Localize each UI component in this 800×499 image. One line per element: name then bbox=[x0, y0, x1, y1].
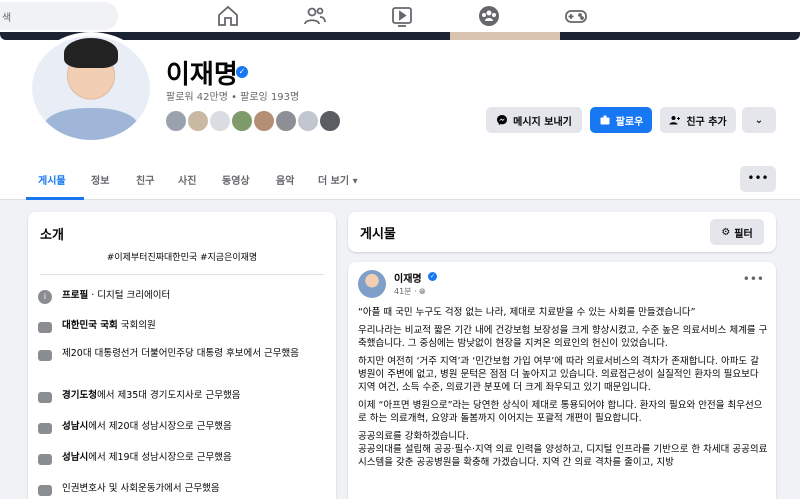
intro-item-text: 에서 제19대 성남시장으로 근무했음 bbox=[88, 452, 232, 463]
gaming-icon[interactable] bbox=[564, 4, 588, 28]
intro-item-bold: 프로필 bbox=[62, 290, 89, 301]
tab-videos[interactable]: 동영상 bbox=[222, 172, 250, 187]
sliders-icon: ⚙ bbox=[721, 226, 731, 238]
tab-friends[interactable]: 친구 bbox=[136, 172, 154, 187]
intro-item-profile: i 프로필 · 디지털 크리에이터 bbox=[38, 289, 328, 304]
post-options-icon[interactable]: ••• bbox=[743, 272, 764, 286]
profile-more-menu-button[interactable]: ••• bbox=[740, 166, 776, 192]
briefcase-icon bbox=[38, 423, 52, 434]
briefcase-icon bbox=[38, 350, 52, 361]
ellipsis-icon: ••• bbox=[747, 171, 769, 185]
intro-item-text: 인권변호사 및 사회운동가에서 근무했음 bbox=[62, 483, 220, 494]
intro-item-bold[interactable]: 경기도청 bbox=[62, 390, 97, 401]
verified-badge-icon: ✓ bbox=[428, 272, 437, 281]
profile-avatar[interactable] bbox=[28, 32, 154, 144]
intro-item-work: 제20대 대통령선거 더불어민주당 대통령 후보에서 근무했음 bbox=[38, 347, 328, 361]
intro-item-work: 대한민국 국회 국회의원 bbox=[38, 319, 328, 333]
top-navigation-bar: 색 bbox=[0, 0, 800, 32]
tab-about[interactable]: 정보 bbox=[91, 172, 109, 187]
post-body: “아플 때 국민 누구도 걱정 없는 나라, 제대로 치료받을 수 있는 사회를… bbox=[358, 306, 768, 474]
tab-photos[interactable]: 사진 bbox=[178, 172, 196, 187]
post-time-text: 41분 · bbox=[394, 287, 420, 296]
verified-badge-icon: ✓ bbox=[236, 66, 248, 78]
post-paragraph: 이제 “아프면 병원으로”라는 당연한 상식이 제대로 통용되어야 합니다. 환… bbox=[358, 400, 763, 424]
profile-tabs: 게시물 정보 친구 사진 동영상 음악 더 보기 ▾ bbox=[0, 168, 720, 198]
send-message-label: 메시지 보내기 bbox=[513, 116, 572, 128]
intro-item-work: 성남시에서 제19대 성남시장으로 근무했음 bbox=[38, 451, 328, 465]
post-paragraph: 하지만 여전히 ‘거주 지역’과 ‘민간보험 가입 여부’에 따라 의료서비스의… bbox=[358, 356, 759, 393]
briefcase-icon bbox=[38, 392, 52, 403]
post-paragraph: “아플 때 국민 누구도 걱정 없는 나라, 제대로 치료받을 수 있는 사회를… bbox=[358, 307, 696, 318]
video-icon[interactable] bbox=[390, 4, 414, 28]
intro-item-bold[interactable]: 성남시 bbox=[62, 452, 88, 463]
profile-name: 이재명 bbox=[166, 60, 238, 90]
post-paragraph: 우리나라는 비교적 짧은 기간 내에 건강보험 보장성을 크게 향상시켰고, 수… bbox=[358, 325, 768, 349]
chevron-down-icon: ⌄ bbox=[754, 114, 764, 126]
post-card: 이재명 ✓ 41분 · 🌐︎ ••• “아플 때 국민 누구도 걱정 없는 나라… bbox=[348, 262, 776, 499]
filter-button[interactable]: ⚙ 필터 bbox=[710, 219, 764, 245]
search-input[interactable]: 색 bbox=[0, 2, 118, 30]
post-author-avatar[interactable] bbox=[358, 270, 386, 298]
add-friend-label: 친구 추가 bbox=[686, 116, 727, 128]
intro-item-work: 경기도청에서 제35대 경기도지사로 근무했음 bbox=[38, 389, 328, 403]
intro-hashtags[interactable]: #이제부터진짜대한민국 #지금은이재명 bbox=[28, 250, 336, 263]
post-paragraph: 공공의료를 강화하겠습니다. 공공의대를 설립해 공공·필수·지역 의료 인력을… bbox=[358, 431, 768, 468]
intro-item-text: 국회의원 bbox=[117, 320, 156, 331]
intro-item-work: 성남시에서 제20대 성남시장으로 근무했음 bbox=[38, 420, 328, 434]
friends-icon[interactable] bbox=[303, 4, 327, 28]
post-author-name[interactable]: 이재명 bbox=[394, 270, 422, 285]
intro-item-bold[interactable]: 성남시 bbox=[62, 421, 88, 432]
briefcase-icon bbox=[38, 485, 52, 496]
send-message-button[interactable]: 메시지 보내기 bbox=[486, 107, 582, 133]
intro-item-work: 인권변호사 및 사회운동가에서 근무했음 bbox=[38, 482, 328, 496]
intro-item-text: 에서 제35대 경기도지사로 근무했음 bbox=[96, 390, 241, 401]
messenger-icon bbox=[497, 115, 508, 125]
tab-more[interactable]: 더 보기 ▾ bbox=[318, 172, 358, 187]
intro-item-text: 에서 제20대 성남시장으로 근무했음 bbox=[88, 421, 232, 432]
intro-item-text: 제20대 대통령선거 더불어민주당 대통령 후보에서 근무했음 bbox=[62, 348, 299, 359]
tab-posts[interactable]: 게시물 bbox=[38, 172, 66, 187]
intro-title: 소개 bbox=[40, 228, 64, 243]
filter-label: 필터 bbox=[734, 228, 753, 240]
briefcase-icon bbox=[38, 454, 52, 465]
intro-divider bbox=[40, 274, 324, 275]
follow-label: 팔로우 bbox=[615, 116, 644, 128]
info-icon: i bbox=[38, 290, 52, 304]
add-friend-icon bbox=[669, 116, 681, 125]
briefcase-icon bbox=[38, 322, 52, 333]
post-timestamp[interactable]: 41분 · 🌐︎ bbox=[394, 286, 426, 297]
posts-header-card: 게시물 ⚙ 필터 bbox=[348, 212, 776, 252]
intro-item-text: · 디지털 크리에이터 bbox=[88, 290, 171, 301]
home-icon[interactable] bbox=[216, 4, 240, 28]
follow-icon bbox=[600, 115, 610, 125]
intro-item-bold[interactable]: 대한민국 국회 bbox=[62, 320, 118, 331]
posts-title: 게시물 bbox=[360, 227, 396, 242]
follower-stats[interactable]: 팔로워 42만명 • 팔로잉 193명 bbox=[166, 88, 299, 103]
groups-icon[interactable] bbox=[477, 4, 501, 28]
search-placeholder: 색 bbox=[2, 13, 12, 24]
follow-button[interactable]: 팔로우 bbox=[590, 107, 652, 133]
add-friend-button[interactable]: 친구 추가 bbox=[660, 107, 736, 133]
tab-music[interactable]: 음악 bbox=[276, 172, 294, 187]
more-options-button[interactable]: ⌄ bbox=[742, 107, 776, 133]
intro-card: 소개 #이제부터진짜대한민국 #지금은이재명 i 프로필 · 디지털 크리에이터… bbox=[28, 212, 336, 499]
globe-icon: 🌐︎ bbox=[419, 287, 426, 296]
